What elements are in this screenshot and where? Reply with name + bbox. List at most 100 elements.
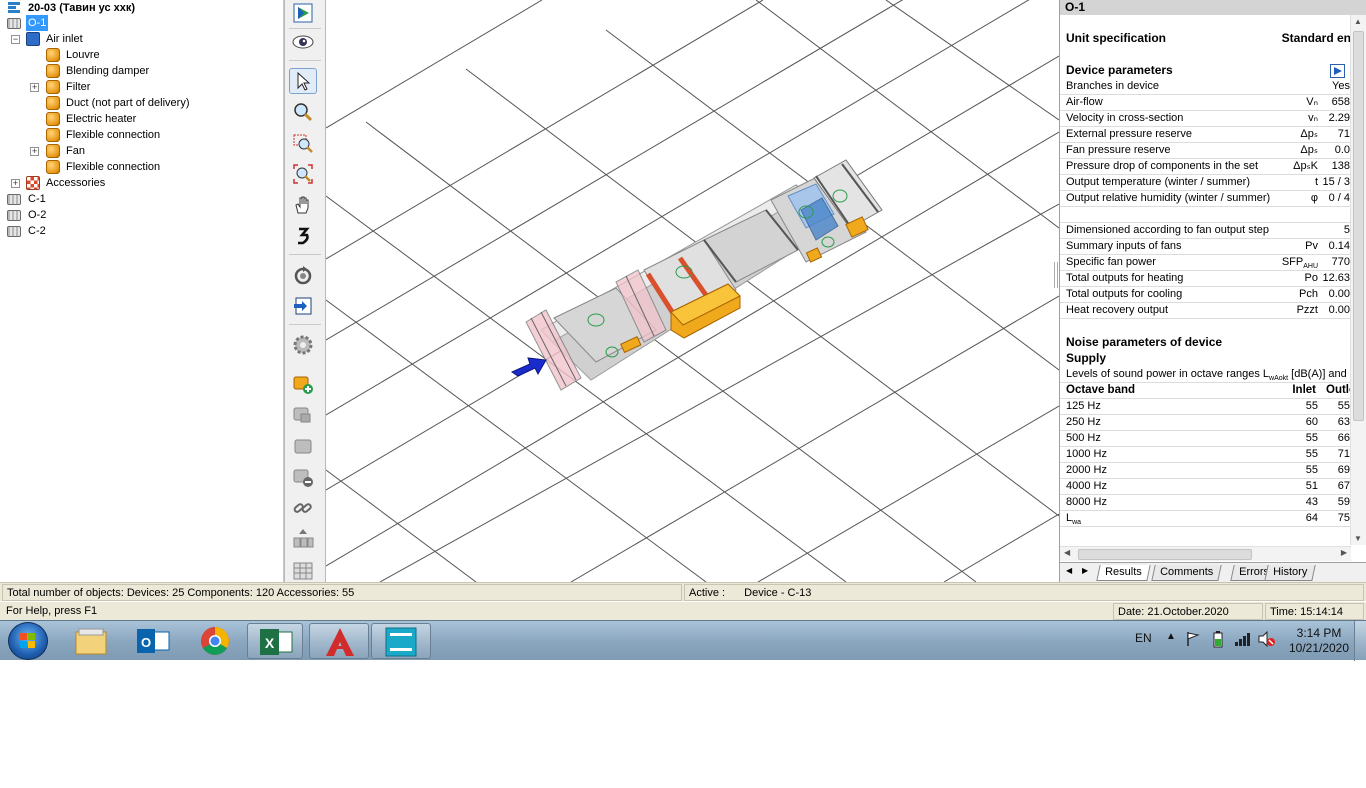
- param-value: Yes: [1332, 80, 1350, 92]
- param-value: 2.29: [1328, 112, 1350, 124]
- tab-next-icon[interactable]: ▶: [1082, 566, 1088, 575]
- device-params-label: Device parameters: [1066, 63, 1173, 77]
- 3d-view[interactable]: [326, 0, 1059, 582]
- toolbar-separator: [289, 324, 321, 325]
- pan-hand-icon[interactable]: [289, 192, 317, 218]
- hvac-app-icon[interactable]: [371, 623, 431, 659]
- scroll-thumb[interactable]: [1078, 549, 1252, 560]
- tree-item-fan[interactable]: + Fan: [0, 143, 283, 159]
- eye-icon[interactable]: [289, 29, 317, 55]
- tree-item-electric-heater[interactable]: Electric heater: [0, 111, 283, 127]
- tree-item-o-2[interactable]: O-2: [0, 207, 283, 223]
- add-component-icon[interactable]: [289, 371, 317, 397]
- tree-item-flexible-connection[interactable]: Flexible connection: [0, 127, 283, 143]
- tree-item-c-2[interactable]: C-2: [0, 223, 283, 239]
- octave-band: 2000 Hz: [1066, 464, 1107, 476]
- language-indicator[interactable]: EN: [1135, 631, 1152, 645]
- tree-item-c-1[interactable]: C-1: [0, 191, 283, 207]
- tab-comments[interactable]: Comments: [1151, 565, 1222, 581]
- status-time: Time: 15:14:14: [1265, 603, 1364, 620]
- tree-item-duct[interactable]: Duct (not part of delivery): [0, 95, 283, 111]
- autocad-icon[interactable]: [309, 623, 369, 659]
- tab-history[interactable]: History: [1264, 565, 1316, 581]
- network-signal-icon[interactable]: [1234, 631, 1252, 650]
- tree-item-label: Flexible connection: [66, 161, 161, 173]
- file-explorer-icon[interactable]: [61, 623, 121, 659]
- tree-item-blending-damper[interactable]: Blending damper: [0, 63, 283, 79]
- tree-item-o-1[interactable]: O-1: [0, 15, 283, 31]
- tab-prev-icon[interactable]: ◀: [1066, 566, 1072, 575]
- collapse-toggle[interactable]: −: [11, 35, 20, 44]
- expand-toggle[interactable]: +: [30, 147, 39, 156]
- action-center-flag-icon[interactable]: [1186, 631, 1200, 650]
- octave-band: 4000 Hz: [1066, 480, 1107, 492]
- param-label: Branches in device: [1066, 80, 1159, 92]
- param-value: 658: [1331, 96, 1350, 108]
- scroll-up-icon[interactable]: ▲: [1354, 17, 1362, 26]
- show-desktop-button[interactable]: [1354, 621, 1366, 661]
- zoom-extents-icon[interactable]: [289, 161, 317, 187]
- system-clock[interactable]: 3:14 PM 10/21/2020: [1288, 626, 1350, 656]
- expand-play-icon[interactable]: [1330, 64, 1345, 78]
- start-orb-icon[interactable]: [8, 622, 48, 660]
- tree-project-node[interactable]: 20-03 (Тавин ус ххк): [0, 0, 283, 16]
- component-icon[interactable]: [289, 402, 317, 428]
- play-icon[interactable]: [289, 0, 317, 26]
- rotate-icon[interactable]: [289, 262, 317, 288]
- volume-muted-icon[interactable]: [1258, 630, 1276, 650]
- chrome-icon[interactable]: [185, 623, 245, 659]
- noise-header: Noise parameters of device: [1060, 335, 1351, 351]
- expand-toggle[interactable]: +: [30, 83, 39, 92]
- reverse-icon[interactable]: [289, 223, 317, 249]
- param-label: Total outputs for cooling: [1066, 288, 1183, 300]
- insert-icon[interactable]: [289, 526, 317, 552]
- vertical-scrollbar[interactable]: ▲ ▼: [1350, 15, 1366, 545]
- scroll-down-icon[interactable]: ▼: [1354, 534, 1362, 543]
- tree-item-louvre[interactable]: Louvre: [0, 47, 283, 63]
- remove-component-icon[interactable]: [289, 464, 317, 490]
- pointer-icon[interactable]: [289, 68, 317, 94]
- excel-icon[interactable]: X: [247, 623, 303, 659]
- outlook-icon[interactable]: O: [123, 623, 183, 659]
- zoom-window-icon[interactable]: [289, 130, 317, 156]
- scroll-right-icon[interactable]: ▶: [1341, 548, 1347, 557]
- tab-label: Results: [1105, 566, 1142, 578]
- tab-results[interactable]: Results: [1096, 565, 1151, 581]
- settings-gear-icon[interactable]: [289, 332, 317, 358]
- tree-item-label: Accessories: [46, 177, 106, 189]
- param-value: 0 / 4: [1328, 192, 1350, 204]
- grid-icon[interactable]: [289, 557, 317, 581]
- project-icon-line: [8, 10, 20, 13]
- octave-band: 250 Hz: [1066, 416, 1101, 428]
- levels-text-a: Levels of sound power in octave ranges L: [1066, 368, 1270, 380]
- component-icon[interactable]: [289, 433, 317, 459]
- octave-row: Lwa 64 75: [1060, 511, 1351, 527]
- param-value: 15 / 3: [1322, 176, 1350, 188]
- octave-inlet: 55: [1305, 464, 1318, 476]
- scroll-thumb[interactable]: [1353, 31, 1364, 421]
- octave-band: Lwa: [1066, 511, 1081, 526]
- link-icon[interactable]: [289, 495, 317, 521]
- 3d-scene[interactable]: [326, 0, 1059, 582]
- tree-item-air-inlet[interactable]: − Air inlet: [0, 31, 283, 47]
- device-icon: [7, 210, 21, 221]
- scroll-left-icon[interactable]: ◀: [1064, 548, 1070, 557]
- horizontal-scrollbar[interactable]: ◀ ▶: [1060, 546, 1351, 561]
- show-hidden-icons-icon[interactable]: ▲: [1166, 631, 1176, 642]
- battery-icon[interactable]: [1212, 630, 1224, 651]
- svg-text:X: X: [265, 635, 275, 651]
- noise-label: Noise parameters of device: [1066, 335, 1223, 349]
- panel-splitter[interactable]: [1054, 262, 1058, 288]
- octave-inlet: 43: [1305, 496, 1318, 508]
- tree-item-filter[interactable]: + Filter: [0, 79, 283, 95]
- import-icon[interactable]: [289, 293, 317, 319]
- expand-toggle[interactable]: +: [11, 179, 20, 188]
- project-tree[interactable]: 20-03 (Тавин ус ххк) O-1 − Air inlet Lou…: [0, 0, 284, 582]
- tree-item-flexible-connection-2[interactable]: Flexible connection: [0, 159, 283, 175]
- component-icon: [46, 112, 60, 126]
- tree-item-accessories[interactable]: + Accessories: [0, 175, 283, 191]
- param-symbol: Δpₛ: [1300, 144, 1318, 156]
- param-row: Pressure drop of components in the set Δp…: [1060, 159, 1351, 175]
- zoom-icon[interactable]: [289, 99, 317, 125]
- param-value: 71: [1337, 128, 1350, 140]
